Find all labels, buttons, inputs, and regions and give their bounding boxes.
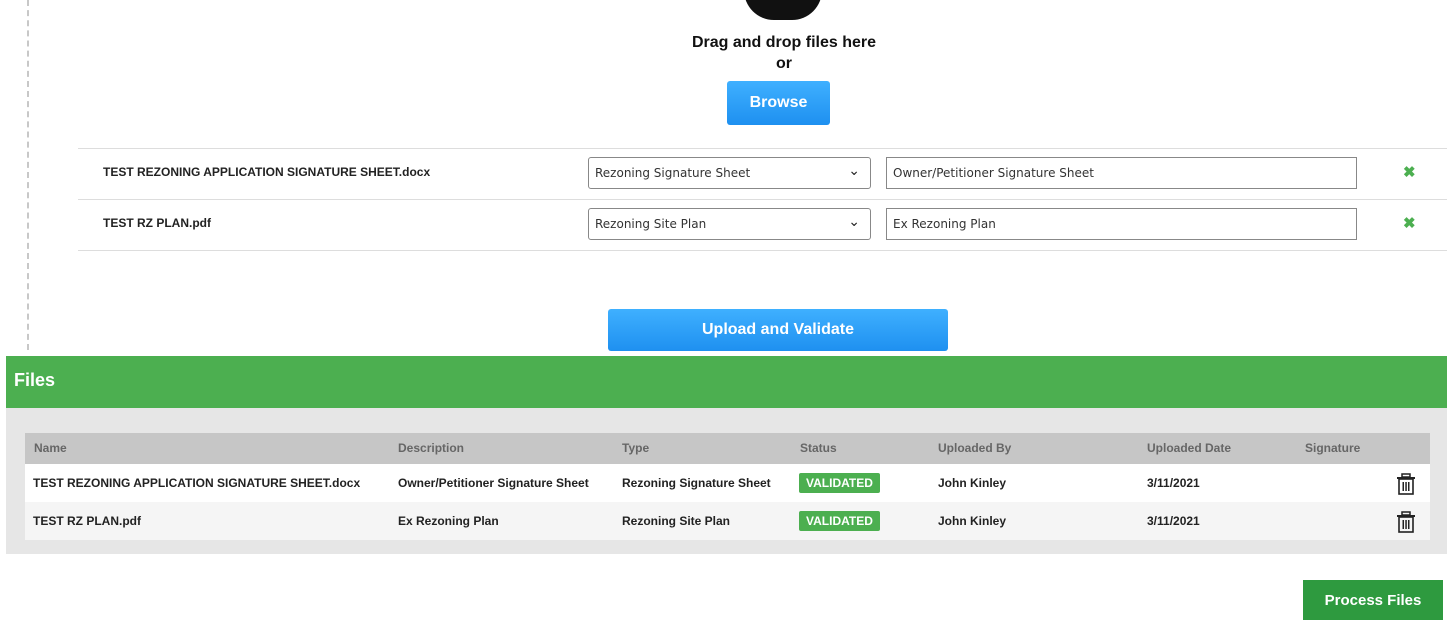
pending-file-name: TEST REZONING APPLICATION SIGNATURE SHEE… [103,165,431,179]
column-header-signature[interactable]: Signature [1305,441,1360,455]
trash-icon[interactable] [1396,473,1416,495]
column-header-status[interactable]: Status [800,441,837,455]
files-section-header: Files [6,356,1447,408]
cell-name: TEST REZONING APPLICATION SIGNATURE SHEE… [33,476,361,490]
status-badge: VALIDATED [799,511,880,531]
dropzone-border [27,0,29,350]
close-icon[interactable]: ✖ [1403,214,1416,232]
cell-description: Ex Rezoning Plan [398,514,499,528]
cell-name: TEST RZ PLAN.pdf [33,514,141,528]
column-header-type[interactable]: Type [622,441,649,455]
chevron-down-icon: ⌄ [848,214,860,230]
files-table: Name Description Type Status Uploaded By… [25,433,1430,540]
upload-validate-button[interactable]: Upload and Validate [608,309,948,351]
pending-file-row: TEST REZONING APPLICATION SIGNATURE SHEE… [78,148,1447,199]
file-type-select[interactable]: Rezoning Signature Sheet ⌄ [588,157,871,189]
cell-type: Rezoning Site Plan [622,514,731,528]
close-icon[interactable]: ✖ [1403,163,1416,181]
browse-button[interactable]: Browse [727,81,830,125]
cell-description: Owner/Petitioner Signature Sheet [398,476,589,490]
cell-uploaded-by: John Kinley [938,476,1007,490]
dropzone-instruction: Drag and drop files here [691,34,877,51]
file-type-select[interactable]: Rezoning Site Plan ⌄ [588,208,871,240]
table-row: TEST REZONING APPLICATION SIGNATURE SHEE… [25,464,1430,502]
pending-file-row: TEST RZ PLAN.pdf Rezoning Site Plan ⌄ Ex… [78,199,1447,251]
pending-file-name: TEST RZ PLAN.pdf [103,216,211,230]
column-header-name[interactable]: Name [34,441,67,455]
cell-uploaded-by: John Kinley [938,514,1007,528]
column-header-description[interactable]: Description [398,441,464,455]
column-header-uploaded-date[interactable]: Uploaded Date [1147,441,1231,455]
files-section-title: Files [14,370,56,390]
dropzone-or-text: or [776,55,792,72]
file-type-selected: Rezoning Signature Sheet [595,166,751,180]
files-panel: Name Description Type Status Uploaded By… [6,408,1447,554]
file-description-input[interactable]: Owner/Petitioner Signature Sheet [886,157,1357,189]
chevron-down-icon: ⌄ [848,163,860,179]
table-header: Name Description Type Status Uploaded By… [25,433,1430,464]
table-row: TEST RZ PLAN.pdf Ex Rezoning Plan Rezoni… [25,502,1430,540]
process-files-button[interactable]: Process Files [1303,580,1443,620]
status-badge: VALIDATED [799,473,880,493]
cell-uploaded-date: 3/11/2021 [1147,476,1200,490]
column-header-uploaded-by[interactable]: Uploaded By [938,441,1011,455]
trash-icon[interactable] [1396,511,1416,533]
cell-uploaded-date: 3/11/2021 [1147,514,1200,528]
cell-type: Rezoning Signature Sheet [622,476,771,490]
upload-cloud-icon [744,0,822,20]
file-type-selected: Rezoning Site Plan [595,217,707,231]
file-description-input[interactable]: Ex Rezoning Plan [886,208,1357,240]
